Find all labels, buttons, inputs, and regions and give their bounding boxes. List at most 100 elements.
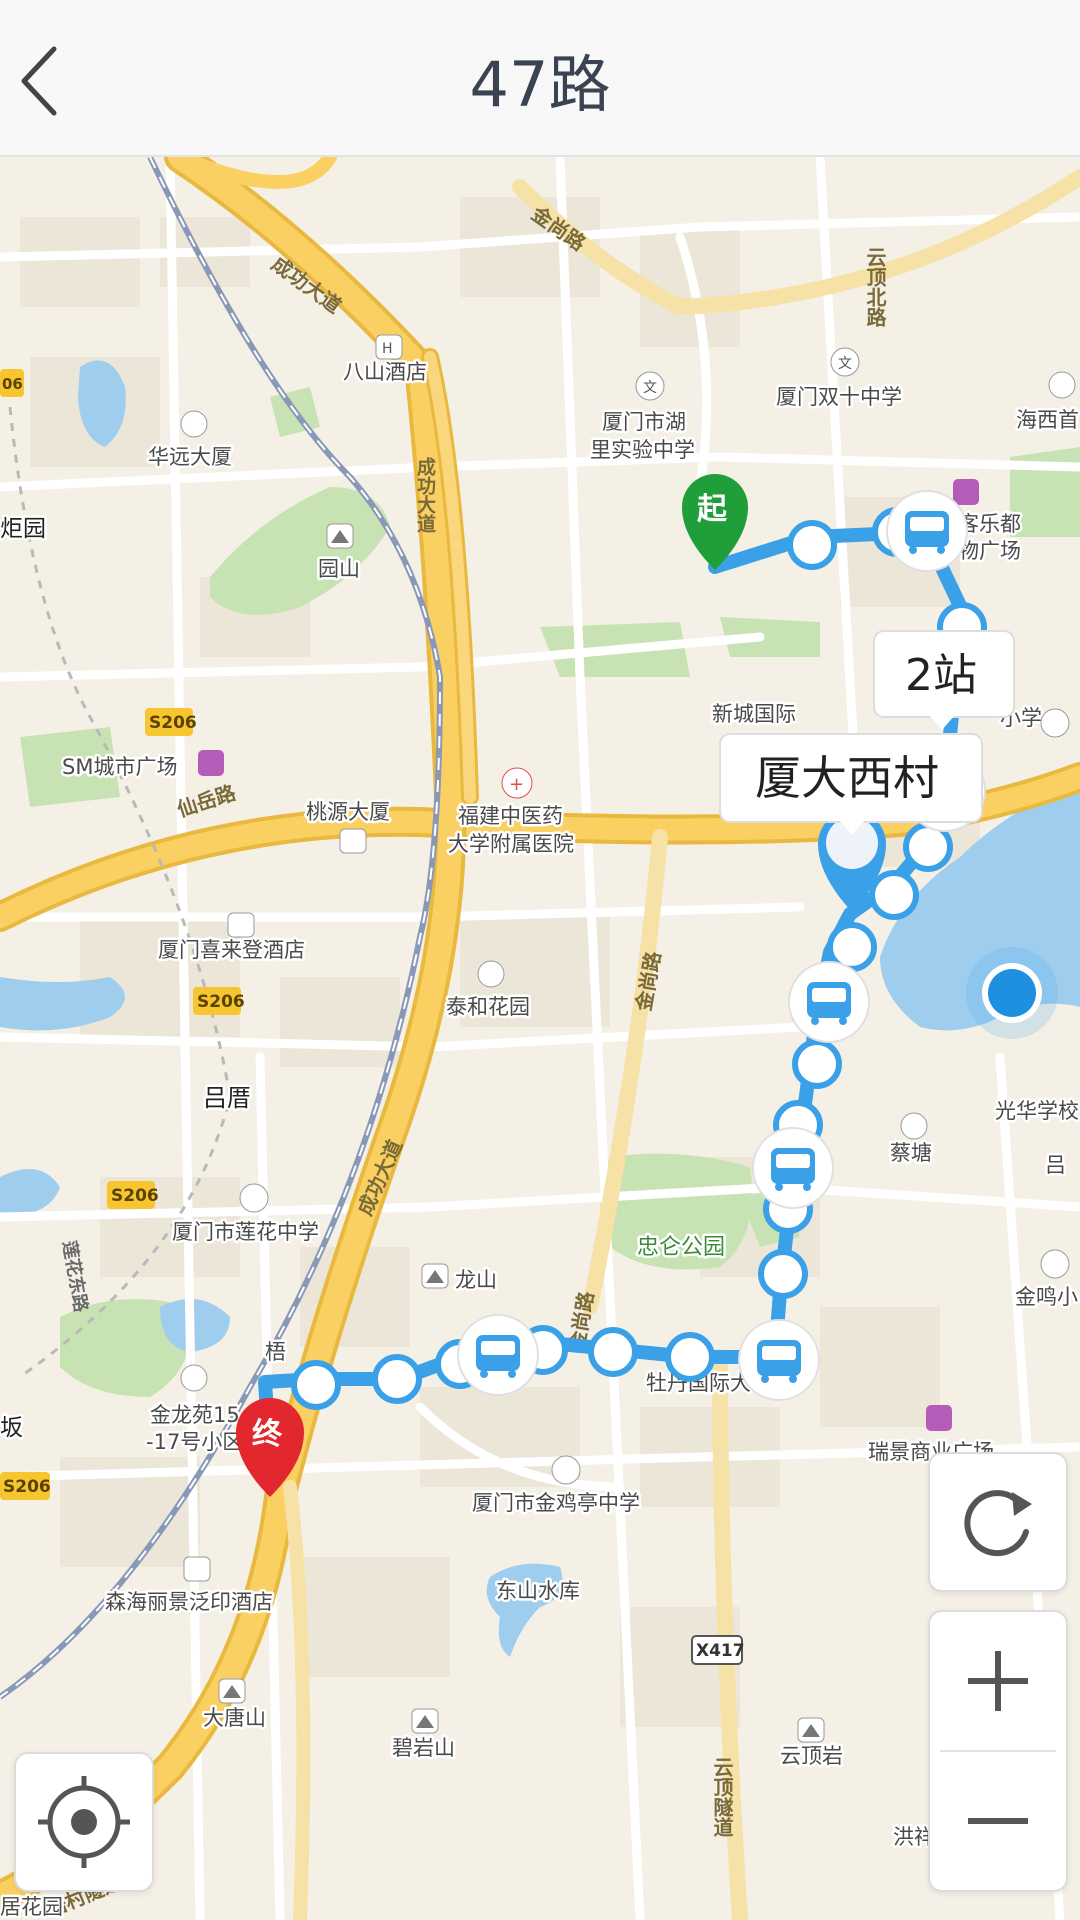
bus-stop[interactable] xyxy=(372,1354,422,1404)
road-shield: S206 xyxy=(149,713,197,733)
bus-stop-bus-icon[interactable] xyxy=(738,1319,820,1401)
poi-label: 金龙苑15 xyxy=(150,1403,240,1427)
shopping-icon xyxy=(198,750,224,776)
bus-stop[interactable] xyxy=(291,1360,341,1410)
mountain-icon xyxy=(421,1263,449,1289)
building-icon xyxy=(180,1364,208,1392)
svg-text:+: + xyxy=(509,774,524,795)
school-icon xyxy=(551,1455,581,1485)
poi-label: 福建中医药 xyxy=(458,804,563,828)
bus-stop[interactable] xyxy=(792,1039,842,1089)
bus-stop[interactable] xyxy=(869,870,919,920)
poi-label: 森海丽景泛印酒店 xyxy=(105,1590,273,1614)
poi-label: 龙山 xyxy=(455,1268,497,1292)
poi-label: 蔡塘 xyxy=(890,1141,932,1165)
building-icon xyxy=(1048,371,1076,399)
road-shield: 06 xyxy=(2,375,23,393)
bus-stop[interactable] xyxy=(665,1332,715,1382)
svg-text:文: 文 xyxy=(838,356,852,372)
top-bar: 47路 xyxy=(0,0,1080,157)
road-shield: S206 xyxy=(197,992,245,1012)
mountain-icon xyxy=(411,1708,439,1734)
poi-label: 园山 xyxy=(318,557,360,581)
poi-label: 华远大厦 xyxy=(148,445,232,469)
hotel-icon xyxy=(227,912,255,938)
map-canvas[interactable]: 成功大道 成功大道 成功大道 金尚路 金尚路 金尚路 云顶北路 云顶隧道 仙岳路… xyxy=(0,157,1080,1920)
poi-label: 桃源大厦 xyxy=(306,800,390,824)
svg-text:H: H xyxy=(382,341,393,357)
bus-stop-bus-icon[interactable] xyxy=(788,961,870,1043)
poi-label: 坂 xyxy=(0,1415,23,1441)
bus-stop-bus-icon[interactable] xyxy=(752,1127,834,1209)
road-label: 云顶北路 xyxy=(863,247,887,328)
plus-icon xyxy=(968,1651,1028,1711)
hotel-icon xyxy=(183,1556,211,1582)
hotel-icon: H xyxy=(375,334,403,360)
poi-label: 金鸣小 xyxy=(1015,1285,1078,1309)
mountain-icon xyxy=(326,523,354,549)
locate-icon xyxy=(38,1776,130,1868)
road-shield: S206 xyxy=(3,1477,51,1497)
bus-stop[interactable] xyxy=(758,1249,808,1299)
poi-label: SM城市广场 xyxy=(62,755,177,779)
school-icon xyxy=(1040,708,1070,738)
poi-label: 云顶岩 xyxy=(780,1744,843,1768)
refresh-icon xyxy=(964,1490,1032,1557)
building-icon xyxy=(180,410,208,438)
mountain-icon xyxy=(797,1717,825,1743)
school-icon: 文 xyxy=(635,371,665,401)
svg-text:文: 文 xyxy=(643,380,657,396)
poi-label: 新城国际 xyxy=(712,702,796,726)
zoom-in-button[interactable] xyxy=(930,1612,1066,1750)
page-title: 47路 xyxy=(469,48,611,121)
shopping-icon xyxy=(953,479,979,505)
bus-stop[interactable] xyxy=(787,520,837,570)
building-icon xyxy=(900,1112,928,1140)
poi-label: 海西首 xyxy=(1016,408,1079,432)
road-shield: S206 xyxy=(111,1186,159,1206)
hospital-icon: + xyxy=(501,767,533,799)
poi-label: 吕厝 xyxy=(203,1084,251,1112)
selected-stop-callout: 厦大西村 xyxy=(719,733,983,835)
poi-label: 八山酒店 xyxy=(343,360,427,384)
minus-icon xyxy=(968,1818,1028,1824)
locate-button[interactable] xyxy=(14,1752,154,1892)
bus-stop-bus-icon[interactable] xyxy=(886,490,968,572)
road-label: 云顶隧道 xyxy=(710,1757,734,1837)
mountain-icon xyxy=(218,1678,246,1704)
school-icon xyxy=(239,1183,269,1213)
road-label: 成功大道 xyxy=(414,456,436,534)
current-location-dot xyxy=(966,947,1058,1039)
poi-label: 厦门双十中学 xyxy=(776,385,902,409)
bus-stop-bus-icon[interactable] xyxy=(457,1314,539,1396)
poi-label: 泰和花园 xyxy=(446,995,530,1019)
shopping-icon xyxy=(926,1405,952,1431)
poi-label: -17号小区 xyxy=(146,1430,243,1454)
poi-label: 大学附属医院 xyxy=(448,832,574,856)
poi-label: 厦门市湖 xyxy=(602,410,686,434)
bus-stop[interactable] xyxy=(588,1327,638,1377)
poi-label: 居花园 xyxy=(0,1895,63,1919)
selected-stop-name: 厦大西村 xyxy=(755,751,939,805)
poi-label: 物广场 xyxy=(958,539,1021,563)
poi-label: 梧 xyxy=(265,1340,286,1364)
road-shield: X417 xyxy=(696,1641,745,1661)
building-icon xyxy=(477,960,505,988)
poi-label: 炬园 xyxy=(0,516,46,542)
poi-label: 里实验中学 xyxy=(590,438,695,462)
school-icon xyxy=(1040,1249,1070,1279)
poi-label: 大唐山 xyxy=(203,1706,266,1730)
poi-label: 吕 xyxy=(1045,1153,1066,1177)
poi-label: 东山水库 xyxy=(496,1579,580,1603)
zoom-controls xyxy=(928,1610,1068,1892)
map-view[interactable]: 成功大道 成功大道 成功大道 金尚路 金尚路 金尚路 云顶北路 云顶隧道 仙岳路… xyxy=(0,157,1080,1920)
stop-count-badge: 2站 xyxy=(873,630,1015,730)
poi-label: 厦门市莲花中学 xyxy=(172,1220,319,1244)
end-marker-label: 终 xyxy=(252,1417,283,1452)
refresh-button[interactable] xyxy=(928,1452,1068,1592)
poi-label: 厦门市金鸡亭中学 xyxy=(472,1491,640,1515)
poi-label: 厦门喜来登酒店 xyxy=(158,938,305,962)
stop-count-text: 2站 xyxy=(905,650,977,701)
start-marker-label: 起 xyxy=(697,492,728,527)
zoom-out-button[interactable] xyxy=(930,1752,1066,1890)
